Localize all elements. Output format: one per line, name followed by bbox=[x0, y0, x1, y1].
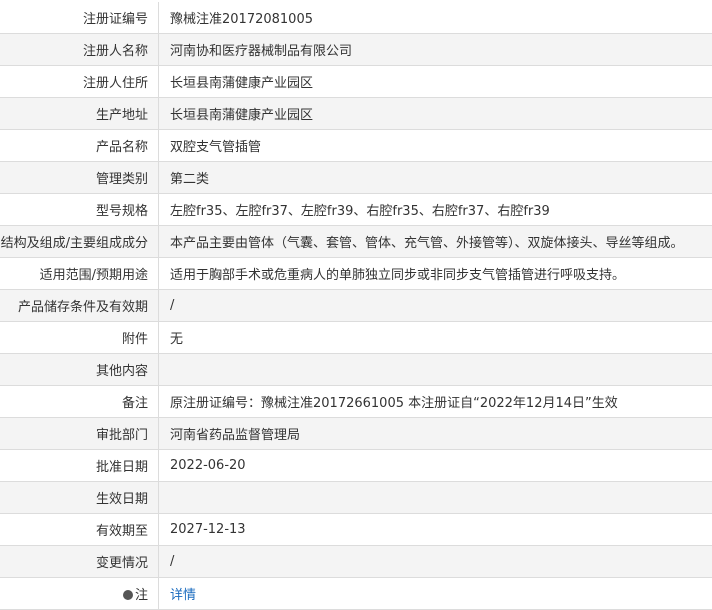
table-row: 生效日期 bbox=[0, 482, 712, 514]
field-value: / bbox=[159, 290, 712, 322]
field-value: 无 bbox=[159, 322, 712, 354]
field-value: 左腔fr35、左腔fr37、左腔fr39、右腔fr35、右腔fr37、右腔fr3… bbox=[159, 194, 712, 226]
field-value: 双腔支气管插管 bbox=[159, 130, 712, 162]
field-label: 审批部门 bbox=[0, 418, 159, 450]
field-label: 有效期至 bbox=[0, 514, 159, 546]
field-label: 批准日期 bbox=[0, 450, 159, 482]
table-row: 适用范围/预期用途 适用于胸部手术或危重病人的单肺独立同步或非同步支气管插管进行… bbox=[0, 258, 712, 290]
table-row: 备注 原注册证编号：豫械注准20172661005 本注册证自“2022年12月… bbox=[0, 386, 712, 418]
field-label: 生产地址 bbox=[0, 98, 159, 130]
field-label: 备注 bbox=[0, 386, 159, 418]
field-label: 注册人名称 bbox=[0, 34, 159, 66]
field-label: 适用范围/预期用途 bbox=[0, 258, 159, 290]
field-label: 型号规格 bbox=[0, 194, 159, 226]
note-label-cell: 注 bbox=[0, 578, 159, 610]
table-row: 其他内容 bbox=[0, 354, 712, 386]
table-row: 注册人名称 河南协和医疗器械制品有限公司 bbox=[0, 34, 712, 66]
note-icon bbox=[123, 590, 133, 600]
field-label-clip: 结构及组成/主要组成成分 bbox=[0, 232, 148, 251]
field-value: 河南协和医疗器械制品有限公司 bbox=[159, 34, 712, 66]
table-row: 注册人住所 长垣县南蒲健康产业园区 bbox=[0, 66, 712, 98]
field-value: 适用于胸部手术或危重病人的单肺独立同步或非同步支气管插管进行呼吸支持。 bbox=[159, 258, 712, 290]
field-label-cell: 结构及组成/主要组成成分 bbox=[0, 226, 159, 258]
field-value: 原注册证编号：豫械注准20172661005 本注册证自“2022年12月14日… bbox=[159, 386, 712, 418]
field-value: 河南省药品监督管理局 bbox=[159, 418, 712, 450]
field-value bbox=[159, 482, 712, 514]
registration-detail-table: 注册证编号 豫械注准20172081005 注册人名称 河南协和医疗器械制品有限… bbox=[0, 2, 712, 610]
field-label: 变更情况 bbox=[0, 546, 159, 578]
field-value bbox=[159, 354, 712, 386]
table-row: 附件 无 bbox=[0, 322, 712, 354]
field-label: 附件 bbox=[0, 322, 159, 354]
table-row: 管理类别 第二类 bbox=[0, 162, 712, 194]
field-label: 产品名称 bbox=[0, 130, 159, 162]
field-label: 生效日期 bbox=[0, 482, 159, 514]
table-row: 注册证编号 豫械注准20172081005 bbox=[0, 2, 712, 34]
field-label: 结构及组成/主要组成成分 bbox=[1, 236, 148, 251]
field-label: 产品储存条件及有效期 bbox=[0, 290, 159, 322]
field-label: 管理类别 bbox=[0, 162, 159, 194]
table-row: 产品名称 双腔支气管插管 bbox=[0, 130, 712, 162]
field-value: 本产品主要由管体（气囊、套管、管体、充气管、外接管等）、双旋体接头、导丝等组成。 bbox=[159, 226, 712, 258]
field-value: 2027-12-13 bbox=[159, 514, 712, 546]
field-value: 2022-06-20 bbox=[159, 450, 712, 482]
table-row: 变更情况 / bbox=[0, 546, 712, 578]
table-row: 型号规格 左腔fr35、左腔fr37、左腔fr39、右腔fr35、右腔fr37、… bbox=[0, 194, 712, 226]
table-row: 产品储存条件及有效期 / bbox=[0, 290, 712, 322]
note-label: 注 bbox=[135, 588, 148, 603]
table-row: 生产地址 长垣县南蒲健康产业园区 bbox=[0, 98, 712, 130]
field-value: 第二类 bbox=[159, 162, 712, 194]
field-label: 注册证编号 bbox=[0, 2, 159, 34]
field-label: 注册人住所 bbox=[0, 66, 159, 98]
field-value: 长垣县南蒲健康产业园区 bbox=[159, 98, 712, 130]
table-row: 结构及组成/主要组成成分 本产品主要由管体（气囊、套管、管体、充气管、外接管等）… bbox=[0, 226, 712, 258]
table-row: 批准日期 2022-06-20 bbox=[0, 450, 712, 482]
field-value: 豫械注准20172081005 bbox=[159, 2, 712, 34]
details-link[interactable]: 详情 bbox=[170, 588, 196, 603]
field-value: / bbox=[159, 546, 712, 578]
field-value: 长垣县南蒲健康产业园区 bbox=[159, 66, 712, 98]
field-label: 其他内容 bbox=[0, 354, 159, 386]
note-row: 注 详情 bbox=[0, 578, 712, 610]
table-row: 有效期至 2027-12-13 bbox=[0, 514, 712, 546]
note-value-cell: 详情 bbox=[159, 578, 712, 610]
table-row: 审批部门 河南省药品监督管理局 bbox=[0, 418, 712, 450]
